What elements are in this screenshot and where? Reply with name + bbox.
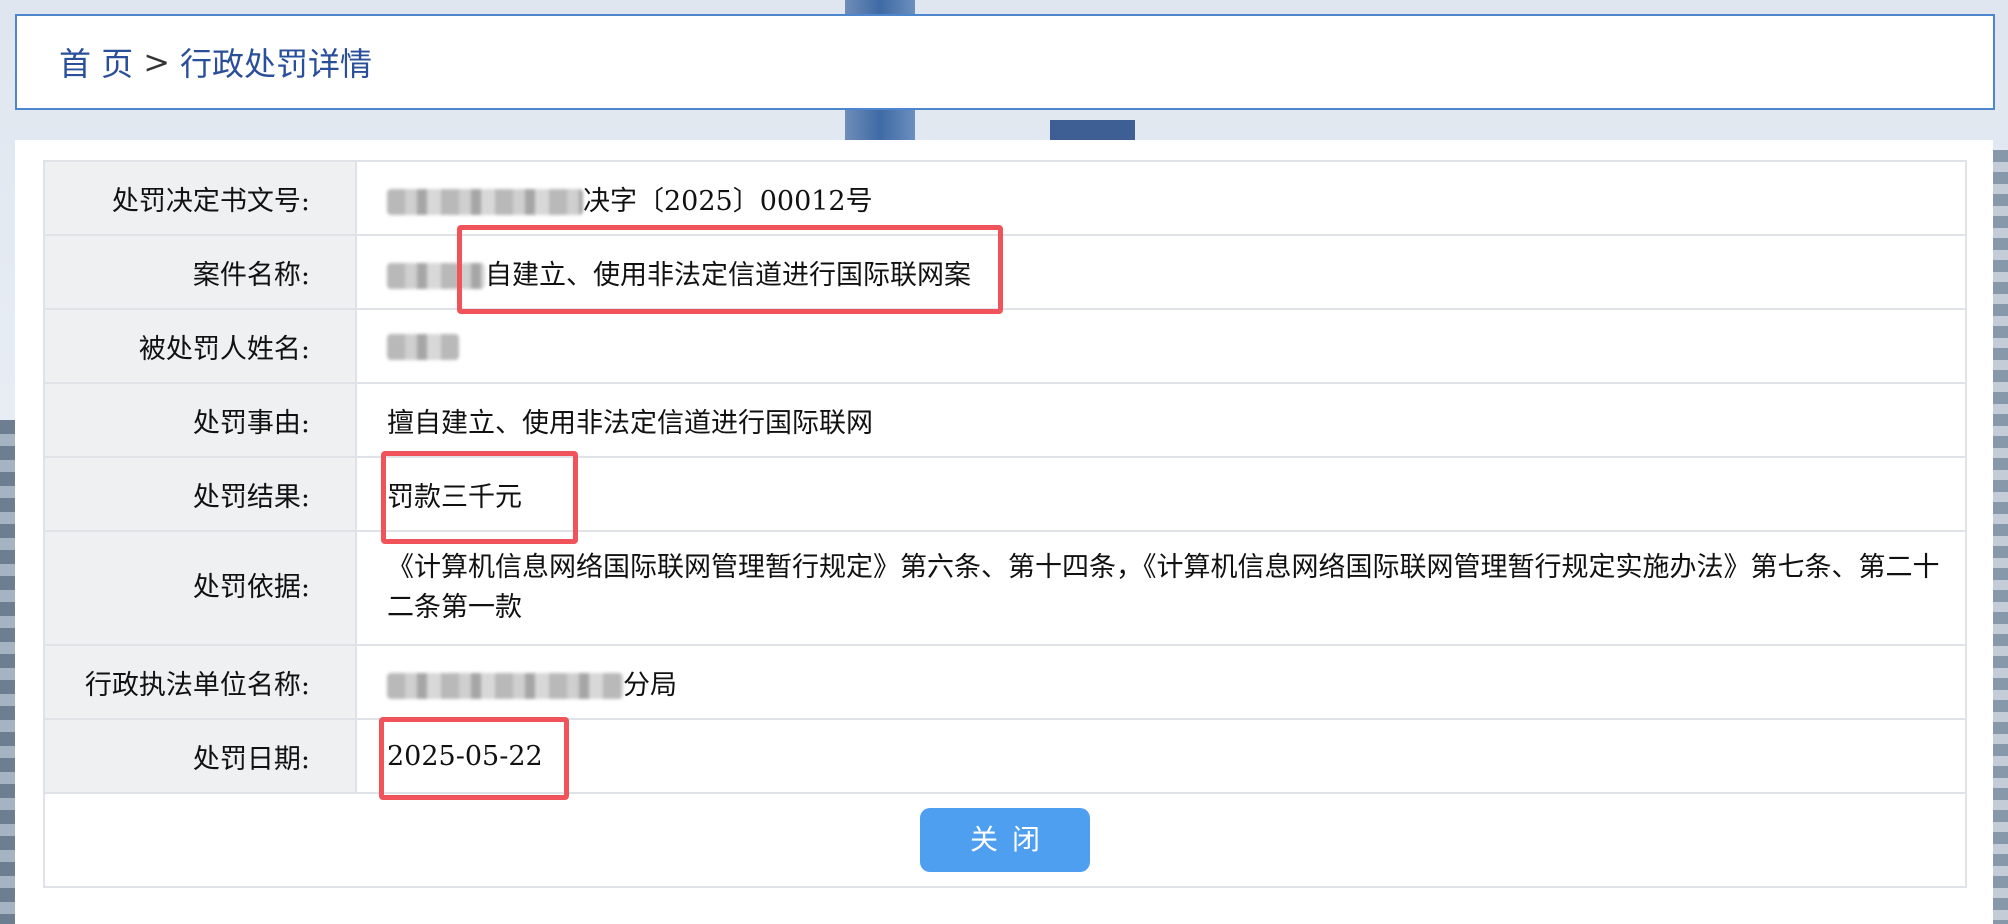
enforcement-unit-text: 分局 bbox=[623, 669, 677, 701]
row-label-penalty-basis: 处罚依据: bbox=[43, 530, 357, 646]
row-label-penalty-result: 处罚结果: bbox=[43, 456, 357, 532]
row-value-case-name: 自建立、使用非法定信道进行国际联网案 bbox=[355, 224, 1967, 314]
breadcrumb-home-link[interactable]: 首 页 bbox=[59, 39, 133, 85]
table-row: 处罚依据: 《计算机信息网络国际联网管理暂行规定》第六条、第十四条，《计算机信息… bbox=[43, 530, 1967, 646]
breadcrumb-separator: > bbox=[143, 43, 170, 81]
close-button[interactable]: 关闭 bbox=[920, 808, 1090, 872]
row-value-penalty-reason: 擅自建立、使用非法定信道进行国际联网 bbox=[355, 382, 1967, 458]
detail-panel: 处罚决定书文号: 决字〔2025〕00012号 案件名称: 自建立、使用非法定信… bbox=[15, 140, 1993, 924]
table-row: 案件名称: 自建立、使用非法定信道进行国际联网案 bbox=[43, 224, 1967, 314]
table-row: 行政执法单位名称: 分局 bbox=[43, 644, 1967, 720]
row-label-penalty-date: 处罚日期: bbox=[43, 718, 357, 794]
row-value-penalty-basis: 《计算机信息网络国际联网管理暂行规定》第六条、第十四条，《计算机信息网络国际联网… bbox=[355, 530, 1967, 646]
row-label-case-name: 案件名称: bbox=[43, 234, 357, 310]
table-row: 处罚决定书文号: 决字〔2025〕00012号 bbox=[43, 160, 1967, 236]
table-row: 处罚结果: 罚款三千元 bbox=[43, 450, 1967, 544]
row-value-enforcement-unit: 分局 bbox=[355, 644, 1967, 720]
case-name-text: 自建立、使用非法定信道进行国际联网案 bbox=[457, 224, 1003, 314]
row-value-penalized-person bbox=[355, 308, 1967, 384]
row-value-decision-number: 决字〔2025〕00012号 bbox=[355, 160, 1967, 236]
redacted-text bbox=[387, 673, 623, 699]
breadcrumb: 首 页 > 行政处罚详情 bbox=[15, 14, 1995, 110]
table-row: 处罚日期: 2025-05-22 bbox=[43, 716, 1967, 800]
breadcrumb-current: 行政处罚详情 bbox=[180, 45, 373, 83]
row-label-enforcement-unit: 行政执法单位名称: bbox=[43, 644, 357, 720]
row-label-penalty-reason: 处罚事由: bbox=[43, 382, 357, 458]
penalty-result-text: 罚款三千元 bbox=[381, 450, 578, 544]
table-row: 处罚事由: 擅自建立、使用非法定信道进行国际联网 bbox=[43, 382, 1967, 458]
redacted-text bbox=[387, 334, 459, 360]
penalty-detail-table: 处罚决定书文号: 决字〔2025〕00012号 案件名称: 自建立、使用非法定信… bbox=[43, 160, 1967, 888]
table-row: 被处罚人姓名: bbox=[43, 308, 1967, 384]
row-value-penalty-date: 2025-05-22 bbox=[355, 716, 1967, 800]
background-tower-base bbox=[1050, 120, 1135, 140]
background-building-left bbox=[0, 420, 16, 924]
row-label-decision-number: 处罚决定书文号: bbox=[43, 160, 357, 236]
redacted-text bbox=[387, 189, 583, 215]
row-value-penalty-result: 罚款三千元 bbox=[355, 450, 1967, 544]
decision-number-text: 决字〔2025〕00012号 bbox=[583, 185, 873, 217]
row-label-penalized-person: 被处罚人姓名: bbox=[43, 308, 357, 384]
actions-cell: 关闭 bbox=[43, 792, 1967, 888]
penalty-date-text: 2025-05-22 bbox=[379, 716, 569, 800]
table-row-actions: 关闭 bbox=[43, 792, 1967, 888]
